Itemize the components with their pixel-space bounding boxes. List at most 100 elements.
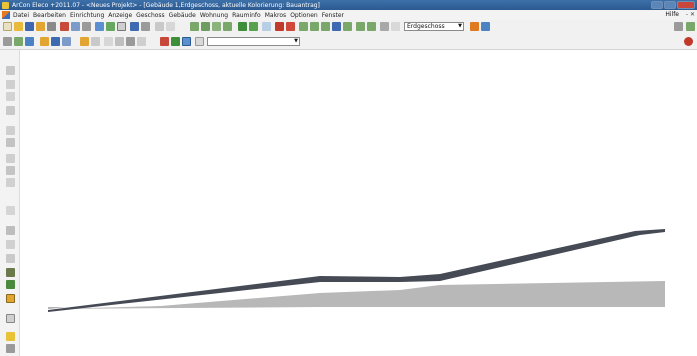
new-icon[interactable]	[3, 22, 12, 31]
layer-toggle-icon[interactable]	[160, 37, 169, 46]
layer-icon[interactable]	[14, 37, 23, 46]
app-logo-icon	[2, 1, 9, 9]
minimize-button[interactable]	[651, 1, 663, 9]
roof-tool-icon[interactable]	[6, 226, 15, 235]
open-icon[interactable]	[14, 22, 23, 31]
text-tool-icon[interactable]	[6, 314, 15, 323]
pointer-icon[interactable]	[40, 37, 49, 46]
pointer-tool-icon[interactable]	[6, 66, 15, 75]
color-icon[interactable]	[249, 22, 258, 31]
wall-tool-icon[interactable]	[6, 154, 15, 163]
layer-1-icon[interactable]	[299, 22, 308, 31]
polygon-tool-icon[interactable]	[6, 106, 15, 115]
dimension-tool-icon[interactable]	[6, 332, 15, 341]
main-toolbar: Erdgeschoss ▼	[0, 20, 697, 34]
grid-icon[interactable]	[117, 22, 126, 31]
snap-icon[interactable]	[51, 37, 60, 46]
menu-makros[interactable]: Makros	[265, 12, 286, 19]
stairs-tool-icon[interactable]	[6, 206, 15, 215]
dots-icon[interactable]	[137, 37, 146, 46]
object-tool-icon[interactable]	[6, 294, 15, 303]
window-tool-icon[interactable]	[6, 254, 15, 263]
save-icon[interactable]	[25, 22, 34, 31]
pen-tool-icon[interactable]	[6, 268, 15, 277]
arc-tool-icon[interactable]	[6, 138, 15, 147]
stairs-icon[interactable]	[223, 22, 232, 31]
select-icon[interactable]	[25, 37, 34, 46]
close-button[interactable]	[677, 1, 695, 9]
move-icon[interactable]	[62, 37, 71, 46]
left-toolbar	[0, 50, 20, 356]
layer-2-icon[interactable]	[310, 22, 319, 31]
copy-icon[interactable]	[71, 22, 80, 31]
hatch-icon[interactable]	[115, 37, 124, 46]
layer-3-icon[interactable]	[321, 22, 330, 31]
dim-icon[interactable]	[91, 37, 100, 46]
tool-a-icon[interactable]	[674, 22, 683, 31]
3d-icon[interactable]	[106, 22, 115, 31]
mdi-controls[interactable]: - ✕	[686, 11, 695, 18]
tool-b-icon[interactable]	[686, 22, 695, 31]
measure-icon[interactable]	[166, 22, 175, 31]
floor-select-value: Erdgeschoss	[407, 23, 445, 30]
paint-tool-icon[interactable]	[6, 280, 15, 289]
floor-down-icon[interactable]	[481, 22, 490, 31]
undo-icon[interactable]	[130, 22, 139, 31]
zoom-icon[interactable]	[155, 22, 164, 31]
menu-bearbeiten[interactable]: Bearbeiten	[33, 12, 66, 19]
layer-6-icon[interactable]	[356, 22, 365, 31]
terrain-tool-icon[interactable]	[6, 178, 15, 187]
render-icon[interactable]	[262, 22, 271, 31]
light-icon[interactable]	[286, 22, 295, 31]
camera-icon[interactable]	[275, 22, 284, 31]
secondary-select[interactable]: ▼	[207, 37, 300, 46]
line-tool-icon[interactable]	[6, 80, 15, 89]
redo-icon[interactable]	[141, 22, 150, 31]
text-icon[interactable]	[104, 37, 113, 46]
frame-icon[interactable]	[182, 37, 191, 46]
window-icon[interactable]	[212, 22, 221, 31]
circle-tool-icon[interactable]	[6, 126, 15, 135]
print-icon[interactable]	[47, 22, 56, 31]
wall-icon[interactable]	[190, 22, 199, 31]
grid-toggle-icon[interactable]	[171, 37, 180, 46]
menu-hilfe[interactable]: Hilfe	[665, 11, 679, 18]
menu-datei[interactable]: Datei	[13, 12, 29, 19]
menu-einrichtung[interactable]: Einrichtung	[70, 12, 104, 19]
view-icon[interactable]	[3, 37, 12, 46]
paste-icon[interactable]	[82, 22, 91, 31]
drawing-canvas[interactable]	[20, 51, 697, 356]
ruler-icon[interactable]	[195, 37, 204, 46]
door-icon[interactable]	[201, 22, 210, 31]
door-tool-icon[interactable]	[6, 240, 15, 249]
menu-anzeige[interactable]: Anzeige	[108, 12, 132, 19]
star-icon[interactable]	[391, 22, 400, 31]
chevron-down-icon: ▼	[294, 38, 298, 44]
layer-5-icon[interactable]	[343, 22, 352, 31]
cut-icon[interactable]	[60, 22, 69, 31]
menu-optionen[interactable]: Optionen	[290, 12, 318, 19]
floor-select[interactable]: Erdgeschoss ▼	[404, 22, 464, 31]
slab-tool-icon[interactable]	[6, 166, 15, 175]
menu-geschoss[interactable]: Geschoss	[136, 12, 165, 19]
render-button-icon[interactable]	[684, 37, 693, 46]
color-palette-icon[interactable]	[126, 37, 135, 46]
menu-bar: Datei Bearbeiten Einrichtung Anzeige Ges…	[0, 10, 697, 20]
plan-icon[interactable]	[95, 22, 104, 31]
folder-icon[interactable]	[36, 22, 45, 31]
table-icon[interactable]	[380, 22, 389, 31]
window-title: ArCon Eleco +2011.07 - <Neues Projekt> -…	[12, 1, 320, 9]
layer-7-icon[interactable]	[367, 22, 376, 31]
layer-tool-icon[interactable]	[6, 344, 15, 353]
layer-4-icon[interactable]	[332, 22, 341, 31]
rect-tool-icon[interactable]	[6, 92, 15, 101]
floor-up-icon[interactable]	[470, 22, 479, 31]
document-menu-icon[interactable]	[2, 11, 10, 19]
menu-rauminfo[interactable]: Rauminfo	[232, 12, 261, 19]
rotate-icon[interactable]	[80, 37, 89, 46]
maximize-button[interactable]	[664, 1, 676, 9]
menu-gebaeude[interactable]: Gebäude	[169, 12, 196, 19]
menu-wohnung[interactable]: Wohnung	[200, 12, 228, 19]
roof-icon[interactable]	[238, 22, 247, 31]
menu-fenster[interactable]: Fenster	[322, 12, 344, 19]
